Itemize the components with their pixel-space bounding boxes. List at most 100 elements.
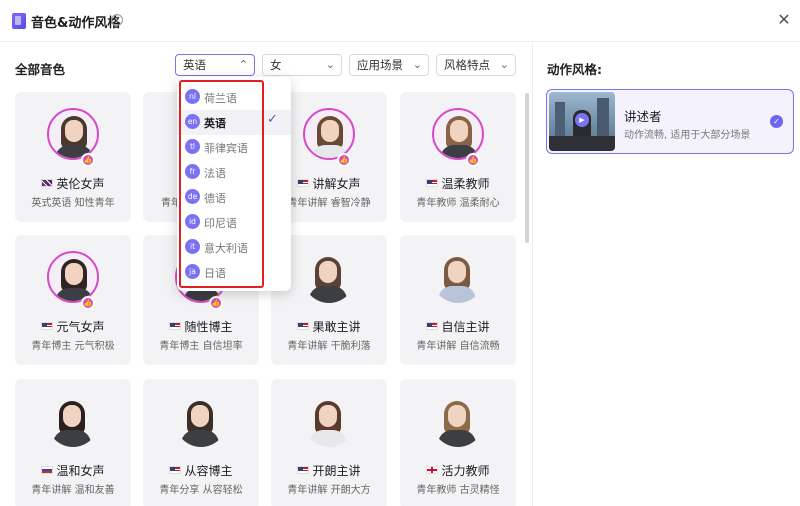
language-code-badge: fr bbox=[185, 164, 200, 179]
voice-desc: 青年讲解 温和友善 bbox=[31, 485, 115, 496]
book-icon bbox=[12, 13, 26, 29]
play-icon[interactable]: ▶ bbox=[575, 113, 589, 127]
voice-name: 元气女声 bbox=[15, 318, 131, 335]
language-option-en[interactable]: en 英语 ✓ bbox=[177, 110, 291, 135]
voice-name: 英伦女声 bbox=[15, 175, 131, 192]
us-flag-icon bbox=[297, 466, 310, 474]
england-flag-icon bbox=[426, 466, 439, 474]
chevron-down-icon: ⌄ bbox=[325, 58, 335, 71]
voice-desc: 青年讲解 干脆利落 bbox=[287, 341, 371, 352]
avatar bbox=[175, 395, 227, 447]
thumbs-up-icon: 👍 bbox=[466, 153, 480, 167]
voice-card[interactable]: 开朗主讲 青年讲解 开朗大方 bbox=[271, 379, 387, 506]
language-dropdown-menu: nl 荷兰语 en 英语 ✓ tl 菲律宾语 fr 法语 de 德语 id 印尼… bbox=[177, 77, 291, 291]
language-filter[interactable]: 英语 ⌃ bbox=[175, 54, 255, 76]
language-option-id[interactable]: id 印尼语 bbox=[177, 210, 291, 235]
language-option-ja[interactable]: ja 日语 bbox=[177, 260, 291, 285]
us-flag-icon bbox=[41, 322, 54, 330]
us-flag-icon bbox=[426, 179, 439, 187]
voice-name: 自信主讲 bbox=[400, 318, 516, 335]
us-flag-icon bbox=[297, 179, 310, 187]
language-option-tl[interactable]: tl 菲律宾语 bbox=[177, 135, 291, 160]
action-style-thumbnail: ▶ bbox=[549, 92, 615, 151]
thumbs-up-icon: 👍 bbox=[337, 153, 351, 167]
info-icon[interactable]: i bbox=[111, 14, 123, 26]
voice-card[interactable]: 👍 温柔教师 青年教师 温柔耐心 bbox=[400, 92, 516, 222]
avatar bbox=[303, 108, 355, 160]
check-icon: ✓ bbox=[267, 112, 278, 127]
language-option-label: 菲律宾语 bbox=[204, 142, 248, 155]
voice-card[interactable]: 👍 元气女声 青年博主 元气积极 bbox=[15, 235, 131, 365]
us-flag-icon bbox=[297, 322, 310, 330]
action-style-card[interactable]: ▶ 讲述者 动作流畅, 适用于大部分场景 ✓ bbox=[546, 89, 794, 154]
language-code-badge: nl bbox=[185, 89, 200, 104]
voice-desc: 青年博主 元气积极 bbox=[31, 341, 115, 352]
language-code-badge: it bbox=[185, 239, 200, 254]
scene-filter-value: 应用场景 bbox=[357, 58, 403, 72]
thumbs-up-icon: 👍 bbox=[81, 153, 95, 167]
voice-desc: 青年教师 古灵精怪 bbox=[416, 485, 500, 496]
language-code-badge: ja bbox=[185, 264, 200, 279]
scene-filter[interactable]: 应用场景 ⌄ bbox=[349, 54, 429, 76]
language-code-badge: en bbox=[185, 114, 200, 129]
voice-card[interactable]: 自信主讲 青年讲解 自信流畅 bbox=[400, 235, 516, 365]
avatar bbox=[47, 395, 99, 447]
voice-desc: 青年讲解 自信流畅 bbox=[416, 341, 500, 352]
voice-name: 温柔教师 bbox=[400, 175, 516, 192]
voice-card[interactable]: 温和女声 青年讲解 温和友善 bbox=[15, 379, 131, 506]
voice-section-title: 全部音色 bbox=[15, 62, 66, 77]
language-option-label: 英语 bbox=[204, 117, 226, 130]
voice-desc: 英式英语 知性青年 bbox=[31, 198, 115, 209]
voice-list-scrollbar[interactable] bbox=[525, 93, 529, 243]
voice-name: 活力教师 bbox=[400, 462, 516, 479]
language-filter-value: 英语 bbox=[183, 58, 206, 72]
avatar bbox=[432, 251, 484, 303]
gender-filter[interactable]: 女 ⌄ bbox=[262, 54, 342, 76]
language-option-label: 荷兰语 bbox=[204, 92, 237, 105]
gender-filter-value: 女 bbox=[270, 58, 282, 72]
voice-name: 温和女声 bbox=[15, 462, 131, 479]
dialog-titlebar: 音色&动作风格 i ✕ bbox=[0, 0, 800, 42]
chevron-down-icon: ⌄ bbox=[412, 58, 422, 71]
language-option-label: 意大利语 bbox=[204, 242, 248, 255]
action-style-desc: 动作流畅, 适用于大部分场景 bbox=[624, 130, 751, 141]
language-option-fr[interactable]: fr 法语 bbox=[177, 160, 291, 185]
language-option-label: 法语 bbox=[204, 167, 226, 180]
avatar bbox=[432, 108, 484, 160]
language-option-label: 日语 bbox=[204, 267, 226, 280]
avatar bbox=[47, 251, 99, 303]
voice-name: 果敢主讲 bbox=[271, 318, 387, 335]
chevron-up-icon: ⌃ bbox=[238, 58, 248, 71]
avatar bbox=[47, 108, 99, 160]
language-option-label: 德语 bbox=[204, 192, 226, 205]
language-option-label: 印尼语 bbox=[204, 217, 237, 230]
voice-desc: 青年讲解 开朗大方 bbox=[287, 485, 371, 496]
voice-name: 从容博主 bbox=[143, 462, 259, 479]
us-flag-icon bbox=[169, 466, 182, 474]
language-option-it[interactable]: it 意大利语 bbox=[177, 235, 291, 260]
language-code-badge: de bbox=[185, 189, 200, 204]
voice-card[interactable]: 活力教师 青年教师 古灵精怪 bbox=[400, 379, 516, 506]
language-code-badge: tl bbox=[185, 139, 200, 154]
voice-name: 随性博主 bbox=[143, 318, 259, 335]
close-icon[interactable]: ✕ bbox=[776, 12, 792, 28]
voice-desc: 青年博主 自信坦率 bbox=[159, 341, 243, 352]
voice-name: 开朗主讲 bbox=[271, 462, 387, 479]
voice-card[interactable]: 👍 英伦女声 英式英语 知性青年 bbox=[15, 92, 131, 222]
avatar bbox=[303, 251, 355, 303]
us-flag-icon bbox=[169, 322, 182, 330]
chevron-down-icon: ⌄ bbox=[499, 58, 509, 71]
style-filter-value: 风格特点 bbox=[444, 58, 490, 72]
style-filter[interactable]: 风格特点 ⌄ bbox=[436, 54, 516, 76]
language-option-de[interactable]: de 德语 bbox=[177, 185, 291, 210]
avatar bbox=[432, 395, 484, 447]
panel-divider bbox=[532, 43, 533, 506]
voice-card[interactable]: 从容博主 青年分享 从容轻松 bbox=[143, 379, 259, 506]
language-code-badge: id bbox=[185, 214, 200, 229]
ru-flag-icon bbox=[41, 466, 54, 474]
avatar bbox=[303, 395, 355, 447]
dialog-title: 音色&动作风格 bbox=[31, 16, 121, 31]
check-icon: ✓ bbox=[770, 115, 783, 128]
language-option-nl[interactable]: nl 荷兰语 bbox=[177, 85, 291, 110]
action-style-title: 动作风格: bbox=[547, 62, 602, 77]
